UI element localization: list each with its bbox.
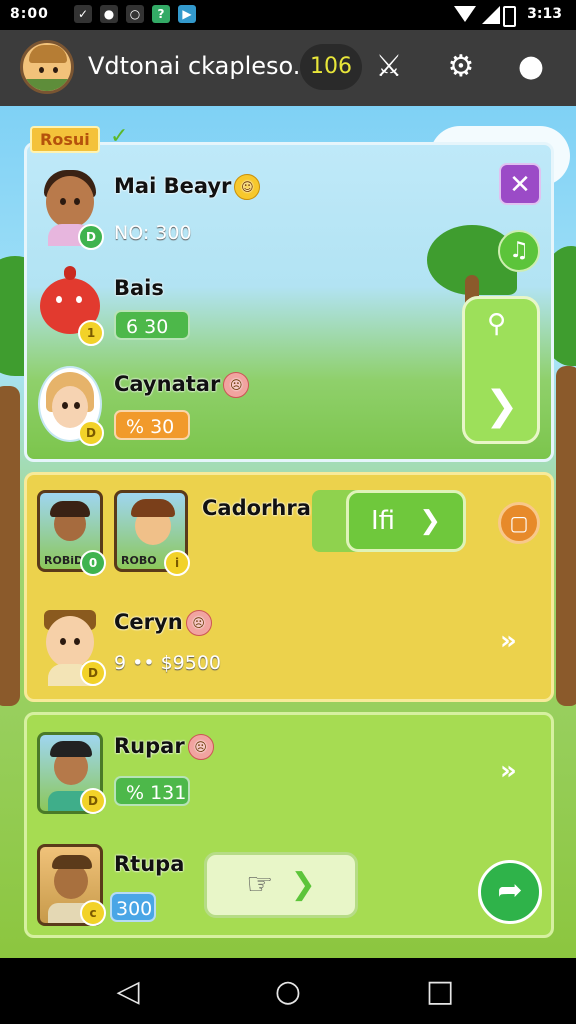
player-name: Caynatar ☹ <box>114 372 250 398</box>
coin-badge: D <box>80 788 106 814</box>
music-icon: ♫ <box>509 238 529 263</box>
player-value: NO: 300 <box>114 222 192 244</box>
navigation-bar: ◁ ○ □ <box>0 958 576 1024</box>
back-arrow-icon: ➦ <box>497 873 523 908</box>
score-pill: 300 <box>110 892 156 922</box>
status-bar: 8:00 ✓ ● ○ ? ▶ 3:13 <box>0 0 576 30</box>
close-icon: ✕ <box>509 170 531 200</box>
nav-recent-icon[interactable]: □ <box>410 974 470 1009</box>
player-name: Mai Beayr ☺ <box>114 174 261 200</box>
app-icon: ▶ <box>178 5 196 23</box>
hand-button[interactable]: ☞ ❯ <box>204 852 358 918</box>
chat-icon[interactable]: ● <box>506 44 556 90</box>
double-chevron-icon[interactable]: » <box>500 626 517 656</box>
avatar[interactable] <box>20 40 74 94</box>
app-icon: ✓ <box>74 5 92 23</box>
wifi-icon <box>454 6 476 22</box>
smile-icon: ☺ <box>234 174 261 200</box>
stop-icon: ▢ <box>509 511 529 535</box>
search-icon: ⚲ <box>487 309 507 339</box>
player-value: 9 •• $9500 <box>114 652 222 674</box>
coin-badge: D <box>78 420 104 446</box>
coin-badge: c <box>80 900 106 926</box>
frame-label: ROBO <box>121 554 157 567</box>
section-tag: Rosui <box>30 126 100 153</box>
player-name-label: Caynatar <box>114 372 221 396</box>
player-name: Ceryn ☹ <box>114 610 212 636</box>
status-clock: 3:13 <box>527 6 562 22</box>
coin-badge: i <box>164 550 190 576</box>
player-name: Rupar ☹ <box>114 734 214 760</box>
player-name: Bais <box>114 276 164 300</box>
page-title: Vdtonai ckapleso.. <box>88 52 309 80</box>
back-arrow-button[interactable]: ➦ <box>478 860 542 924</box>
angry-icon: ☹ <box>187 734 214 760</box>
play-label: Ifi <box>370 506 395 536</box>
app-icon: ○ <box>126 5 144 23</box>
arrow-right-icon: ❯ <box>419 506 442 536</box>
close-button[interactable]: ✕ <box>499 163 541 205</box>
coin-badge: D <box>78 224 104 250</box>
nav-back-icon[interactable]: ◁ <box>98 974 158 1009</box>
player-name: Rtupa <box>114 852 185 876</box>
coin-badge: D <box>80 660 106 686</box>
swords-icon[interactable]: ⚔ <box>364 44 414 90</box>
score-pill: 6 30 <box>114 310 190 340</box>
player-name-label: Rupar <box>114 734 185 758</box>
gear-icon[interactable]: ⚙ <box>436 44 486 90</box>
double-chevron-icon[interactable]: » <box>500 756 517 786</box>
play-button[interactable]: Ifi ❯ <box>346 490 466 552</box>
app-icon: ? <box>152 5 170 23</box>
signal-icon <box>482 6 500 24</box>
coin-badge: 1 <box>78 320 104 346</box>
app-icon: ● <box>100 5 118 23</box>
arrow-right-icon: ❯ <box>290 867 316 902</box>
nav-home-icon[interactable]: ○ <box>258 974 318 1009</box>
angry-icon: ☹ <box>223 372 250 398</box>
coin-badge: 0 <box>80 550 106 576</box>
side-action-card[interactable]: ⚲ ❯ <box>462 296 540 444</box>
player-name: Cadorhra <box>202 496 311 520</box>
score-pill: % 30 <box>114 410 190 440</box>
player-name-label: Mai Beayr <box>114 174 232 198</box>
player-name-label: Ceryn <box>114 610 183 634</box>
arrow-right-icon: ❯ <box>485 383 519 429</box>
battery-icon <box>503 6 516 27</box>
stop-button[interactable]: ▢ <box>498 502 540 544</box>
check-icon: ✓ <box>110 124 129 149</box>
score-counter: 106 <box>300 44 362 90</box>
score-pill: % 131 <box>114 776 190 806</box>
music-button[interactable]: ♫ <box>498 230 540 272</box>
hand-icon: ☞ <box>246 867 274 902</box>
status-time: 8:00 <box>10 6 49 22</box>
angry-icon: ☹ <box>185 610 212 636</box>
